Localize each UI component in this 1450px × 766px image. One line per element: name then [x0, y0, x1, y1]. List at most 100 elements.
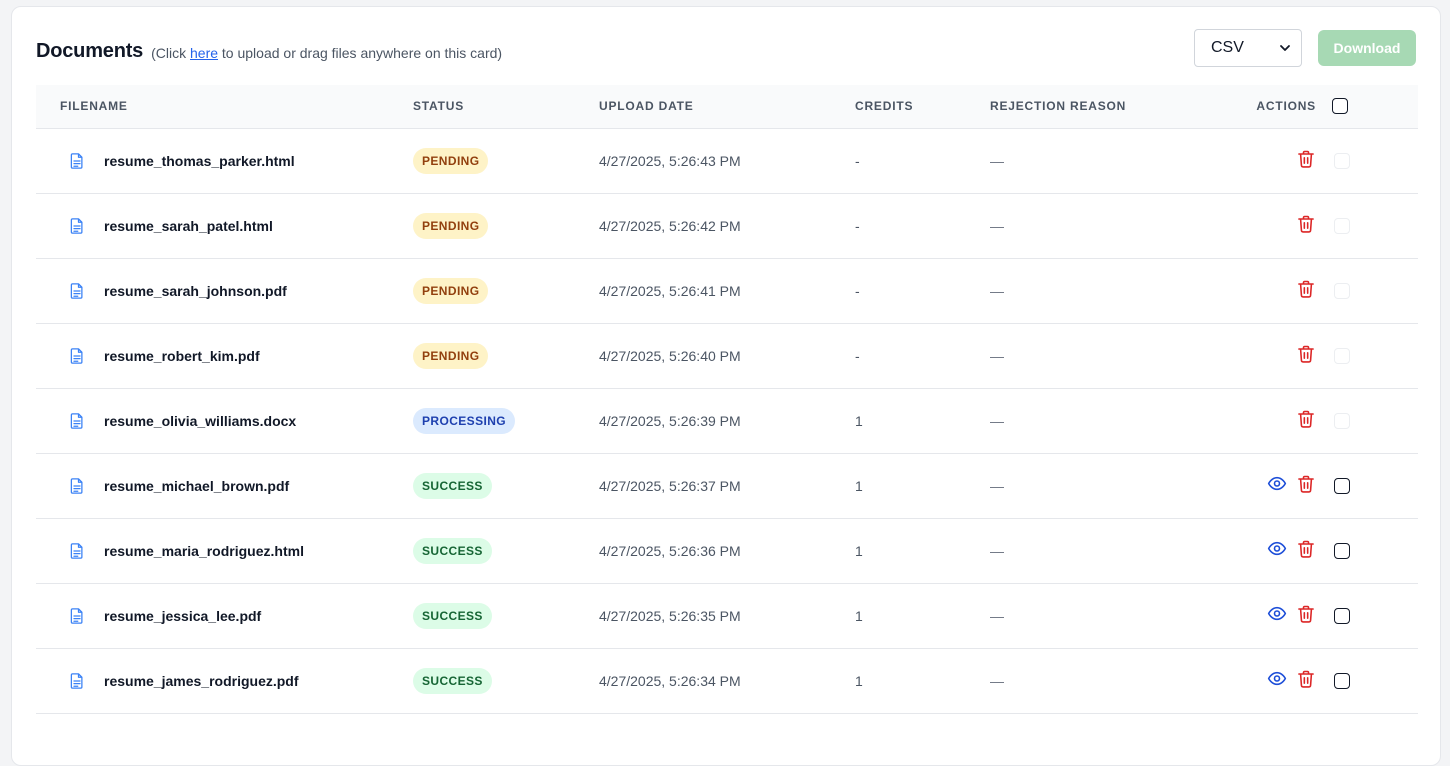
cell-rejection-reason: — [990, 152, 1004, 169]
cell-upload-date: 4/27/2025, 5:26:36 PM [599, 542, 741, 559]
cell-select [1332, 583, 1418, 648]
view-icon[interactable] [1267, 474, 1287, 494]
cell-filename: resume_jessica_lee.pdf [36, 583, 413, 648]
cell-credits: - [855, 217, 860, 234]
trash-icon[interactable] [1296, 344, 1316, 364]
trash-icon[interactable] [1296, 669, 1316, 689]
table-row: resume_sarah_patel.html PENDING 4/27/202… [36, 193, 1418, 258]
file-name[interactable]: resume_thomas_parker.html [104, 153, 295, 169]
view-icon[interactable] [1267, 604, 1287, 624]
page-title: Documents [36, 39, 144, 62]
filename-wrap: resume_michael_brown.pdf [68, 477, 413, 495]
cell-actions [1200, 583, 1332, 648]
cell-status: PENDING [413, 128, 599, 193]
export-format-value: CSV [1211, 39, 1244, 56]
trash-icon[interactable] [1296, 604, 1316, 624]
cell-actions [1200, 648, 1332, 713]
export-format-select[interactable]: CSV [1194, 29, 1302, 67]
cell-select [1332, 453, 1418, 518]
trash-icon[interactable] [1296, 539, 1316, 559]
cell-actions [1200, 193, 1332, 258]
cell-rejection-reason: — [990, 477, 1004, 494]
cell-credits: - [855, 347, 860, 364]
trash-icon[interactable] [1296, 474, 1316, 494]
cell-actions [1200, 518, 1332, 583]
file-icon [68, 477, 86, 495]
row-actions [1296, 214, 1316, 234]
status-badge: PENDING [413, 277, 489, 304]
row-actions [1267, 604, 1316, 624]
status-badge: SUCCESS [413, 667, 492, 694]
upload-link[interactable]: here [190, 45, 218, 61]
cell-select [1332, 518, 1418, 583]
download-button[interactable]: Download [1318, 30, 1416, 66]
status-badge: SUCCESS [413, 602, 492, 629]
table-row: resume_james_rodriguez.pdf SUCCESS 4/27/… [36, 648, 1418, 713]
cell-actions [1200, 128, 1332, 193]
view-icon[interactable] [1267, 669, 1287, 689]
column-header-status[interactable]: STATUS [413, 85, 599, 128]
upload-hint-prefix: (Click [151, 44, 190, 61]
cell-filename: resume_thomas_parker.html [36, 128, 413, 193]
cell-upload-date: 4/27/2025, 5:26:40 PM [599, 347, 741, 364]
row-select-checkbox[interactable] [1334, 608, 1350, 625]
cell-filename: resume_michael_brown.pdf [36, 453, 413, 518]
trash-icon[interactable] [1296, 214, 1316, 234]
trash-icon[interactable] [1296, 149, 1316, 169]
trash-icon[interactable] [1296, 409, 1316, 429]
cell-credits: 1 [855, 542, 863, 559]
upload-hint: (Click here to upload or drag files anyw… [151, 45, 502, 61]
file-icon [68, 412, 86, 430]
status-badge: SUCCESS [413, 472, 492, 499]
file-name[interactable]: resume_olivia_williams.docx [104, 413, 296, 429]
cell-upload-date: 4/27/2025, 5:26:42 PM [599, 217, 741, 234]
cell-filename: resume_maria_rodriguez.html [36, 518, 413, 583]
documents-table: FILENAME STATUS UPLOAD DATE CREDITS REJE… [36, 85, 1418, 714]
file-name[interactable]: resume_michael_brown.pdf [104, 478, 289, 494]
cell-credits: 1 [855, 412, 863, 429]
row-select-checkbox [1334, 153, 1350, 170]
file-name[interactable]: resume_sarah_patel.html [104, 218, 273, 234]
row-actions [1296, 279, 1316, 299]
cell-upload-date: 4/27/2025, 5:26:35 PM [599, 607, 741, 624]
column-header-credits[interactable]: CREDITS [855, 85, 990, 128]
view-icon[interactable] [1267, 539, 1287, 559]
select-all-checkbox[interactable] [1332, 98, 1348, 115]
file-icon [68, 672, 86, 690]
cell-filename: resume_robert_kim.pdf [36, 323, 413, 388]
cell-actions [1200, 323, 1332, 388]
status-badge: PENDING [413, 342, 489, 369]
table-row: resume_olivia_williams.docx PROCESSING 4… [36, 388, 1418, 453]
status-badge: PROCESSING [413, 407, 516, 434]
filename-wrap: resume_james_rodriguez.pdf [68, 672, 413, 690]
cell-actions [1200, 388, 1332, 453]
row-select-checkbox [1334, 413, 1350, 430]
cell-status: PENDING [413, 258, 599, 323]
column-header-filename[interactable]: FILENAME [36, 85, 413, 128]
file-name[interactable]: resume_james_rodriguez.pdf [104, 673, 299, 689]
file-name[interactable]: resume_robert_kim.pdf [104, 348, 260, 364]
column-header-upload-date[interactable]: UPLOAD DATE [599, 85, 855, 128]
trash-icon[interactable] [1296, 279, 1316, 299]
table-row: resume_robert_kim.pdf PENDING 4/27/2025,… [36, 323, 1418, 388]
cell-filename: resume_sarah_patel.html [36, 193, 413, 258]
cell-status: PROCESSING [413, 388, 599, 453]
cell-rejection-reason: — [990, 282, 1004, 299]
row-select-checkbox[interactable] [1334, 543, 1350, 560]
cell-status: SUCCESS [413, 518, 599, 583]
row-select-checkbox[interactable] [1334, 673, 1350, 690]
filename-wrap: resume_maria_rodriguez.html [68, 542, 413, 560]
file-name[interactable]: resume_sarah_johnson.pdf [104, 283, 287, 299]
cell-status: SUCCESS [413, 453, 599, 518]
column-header-select [1332, 85, 1418, 128]
file-name[interactable]: resume_jessica_lee.pdf [104, 608, 261, 624]
table-row: resume_sarah_johnson.pdf PENDING 4/27/20… [36, 258, 1418, 323]
row-select-checkbox[interactable] [1334, 478, 1350, 495]
table-header-row: FILENAME STATUS UPLOAD DATE CREDITS REJE… [36, 85, 1418, 128]
file-icon [68, 152, 86, 170]
file-name[interactable]: resume_maria_rodriguez.html [104, 543, 304, 559]
column-header-rejection-reason[interactable]: REJECTION REASON [990, 85, 1200, 128]
cell-credits: - [855, 282, 860, 299]
cell-filename: resume_sarah_johnson.pdf [36, 258, 413, 323]
documents-card[interactable]: Documents (Click here to upload or drag … [11, 6, 1441, 766]
